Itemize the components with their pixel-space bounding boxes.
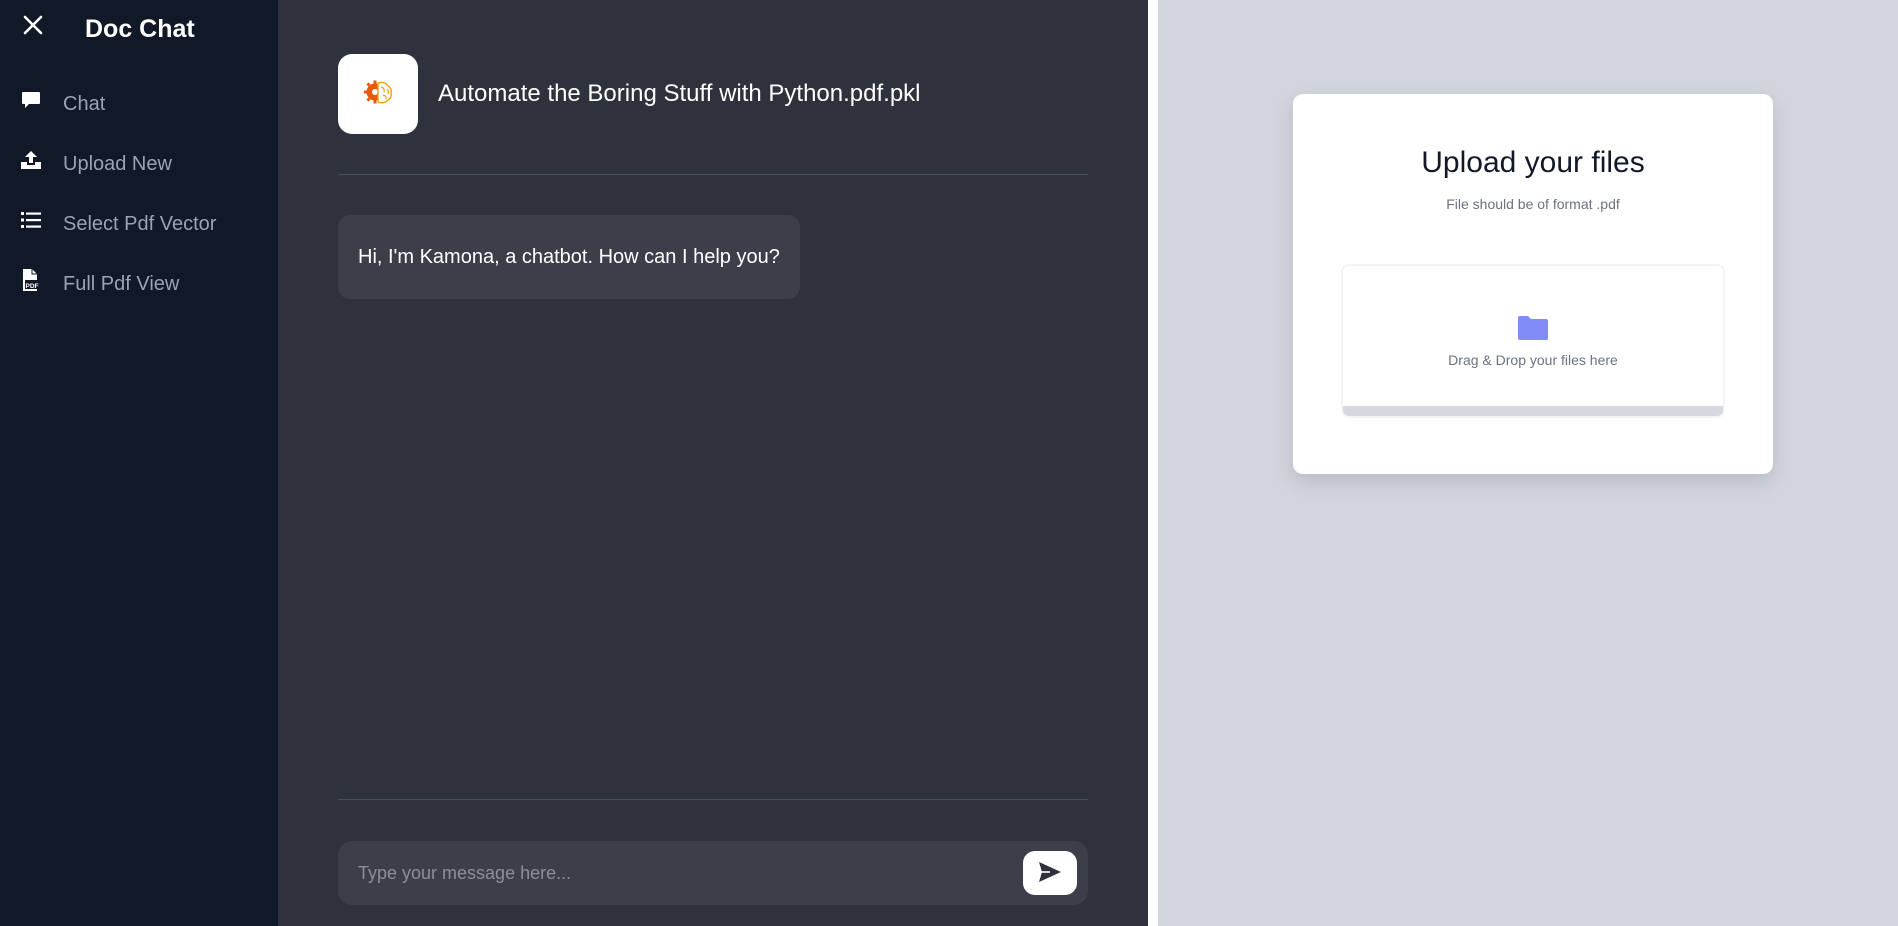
chat-header: Automate the Boring Stuff with Python.pd… <box>338 54 921 134</box>
pdf-file-icon: PDF <box>20 269 42 291</box>
app-root: Doc Chat Chat Upload New Select Pdf Vect… <box>0 0 1898 926</box>
sidebar-nav: Chat Upload New Select Pdf Vector PDF Fu… <box>0 74 278 314</box>
sidebar-item-full-pdf-view[interactable]: PDF Full Pdf View <box>0 254 278 314</box>
upload-subtitle: File should be of format .pdf <box>1446 196 1620 212</box>
chat-panel: Automate the Boring Stuff with Python.pd… <box>278 0 1148 926</box>
sidebar-item-upload-new[interactable]: Upload New <box>0 134 278 194</box>
send-button[interactable] <box>1023 851 1077 895</box>
close-icon[interactable] <box>20 12 46 38</box>
svg-text:PDF: PDF <box>26 283 39 290</box>
brain-gear-icon <box>361 75 395 114</box>
header-divider <box>338 174 1088 175</box>
send-icon <box>1038 861 1062 886</box>
bot-avatar <box>338 54 418 134</box>
sidebar-item-label: Select Pdf Vector <box>63 212 217 235</box>
sidebar-item-select-pdf-vector[interactable]: Select Pdf Vector <box>0 194 278 254</box>
upload-card: Upload your files File should be of form… <box>1293 94 1773 474</box>
sidebar-item-label: Upload New <box>63 152 172 175</box>
list-icon <box>20 209 42 231</box>
upload-progress-bar <box>1343 406 1723 416</box>
folder-icon <box>1516 315 1550 346</box>
document-title: Automate the Boring Stuff with Python.pd… <box>438 80 921 107</box>
dropzone-text: Drag & Drop your files here <box>1448 351 1618 368</box>
bot-message-bubble: Hi, I'm Kamona, a chatbot. How can I hel… <box>338 215 800 299</box>
sidebar-title: Doc Chat <box>85 15 195 43</box>
sidebar: Doc Chat Chat Upload New Select Pdf Vect… <box>0 0 278 926</box>
sidebar-item-label: Full Pdf View <box>63 272 180 295</box>
file-dropzone[interactable]: Drag & Drop your files here <box>1341 264 1725 418</box>
panel-splitter[interactable] <box>1148 0 1158 926</box>
composer-divider <box>338 799 1088 800</box>
message-input[interactable] <box>338 840 1023 906</box>
upload-title: Upload your files <box>1421 146 1645 179</box>
upload-pane: Upload your files File should be of form… <box>1158 0 1898 926</box>
sidebar-item-chat[interactable]: Chat <box>0 74 278 134</box>
upload-icon <box>20 149 42 171</box>
sidebar-item-label: Chat <box>63 92 106 115</box>
chat-bubble-icon <box>20 89 42 111</box>
message-composer <box>338 840 1088 906</box>
